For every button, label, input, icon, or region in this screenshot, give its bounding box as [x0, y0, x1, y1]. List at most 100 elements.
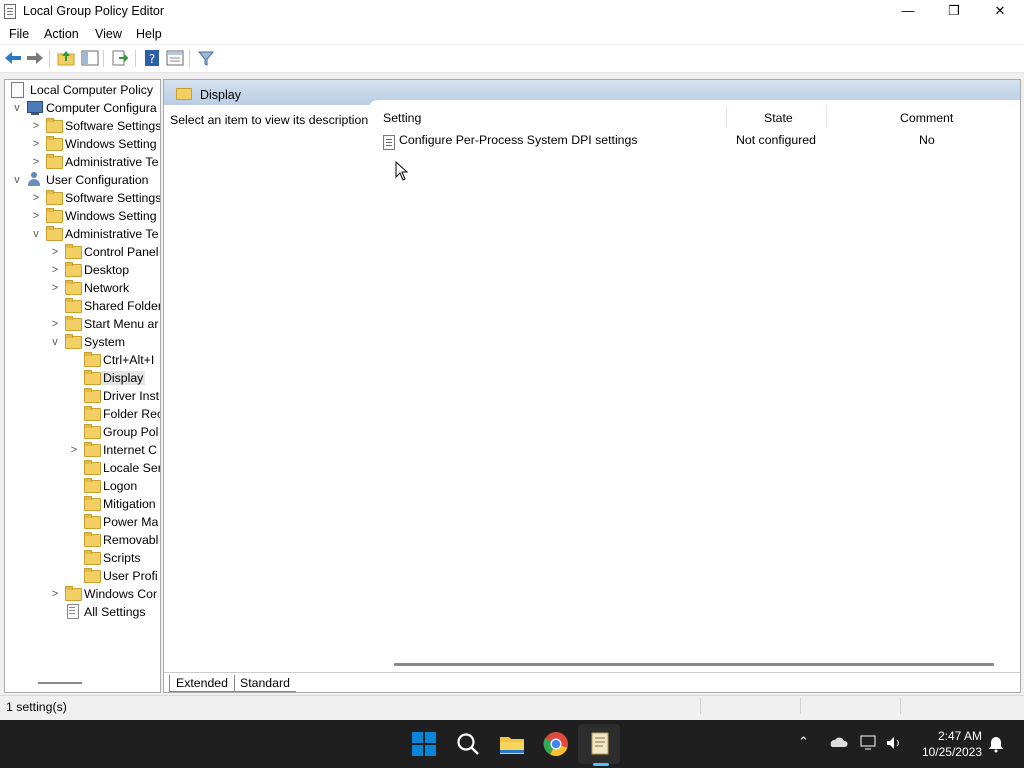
chevron-right-icon[interactable]: >: [48, 585, 62, 603]
forward-arrow-icon[interactable]: [25, 49, 45, 67]
column-header-state[interactable]: State: [764, 111, 793, 125]
chevron-down-icon[interactable]: v: [10, 99, 24, 117]
folder-icon: [46, 118, 63, 133]
menu-file[interactable]: File: [9, 27, 29, 41]
network-icon[interactable]: [860, 735, 878, 751]
tree-item-label: Shared Folder: [84, 299, 161, 313]
start-icon[interactable]: [410, 730, 438, 758]
chevron-right-icon[interactable]: >: [29, 117, 43, 135]
folder-icon: [84, 496, 101, 511]
folder-icon: [65, 298, 82, 313]
tree-item-label: Control Panel: [84, 245, 159, 259]
column-header-setting[interactable]: Setting: [383, 111, 421, 125]
properties-view-icon[interactable]: [165, 49, 185, 67]
toolbar: ?: [0, 45, 1024, 73]
back-arrow-icon[interactable]: [3, 49, 23, 67]
folder-icon: [65, 244, 82, 259]
minimize-button[interactable]: —: [885, 0, 931, 23]
taskbar: ⌃ 2:47 AM 10/25/2023: [0, 720, 1024, 768]
folder-icon: [65, 334, 82, 349]
chevron-right-icon[interactable]: >: [29, 135, 43, 153]
chevron-right-icon[interactable]: >: [48, 243, 62, 261]
clock-date: 10/25/2023: [921, 745, 982, 759]
tree-item-label: Software Settings: [65, 119, 161, 133]
tree-item-label: All Settings: [84, 605, 146, 619]
tree-item-label: Folder Rec: [103, 407, 161, 421]
menu-view[interactable]: View: [95, 27, 122, 41]
folder-icon: [65, 316, 82, 331]
console-tree[interactable]: Local Computer Policy v Computer Configu…: [4, 79, 161, 693]
chevron-down-icon[interactable]: v: [29, 225, 43, 243]
status-bar: 1 setting(s): [0, 695, 1024, 716]
folder-icon: [65, 586, 82, 601]
tab-standard[interactable]: Standard: [234, 675, 296, 692]
chevron-right-icon[interactable]: >: [48, 315, 62, 333]
tree-item-label: Network: [84, 281, 130, 295]
file-explorer-icon[interactable]: [498, 730, 526, 758]
system-clock[interactable]: 2:47 AM 10/25/2023: [922, 728, 982, 760]
tree-item-label: Windows Setting: [65, 209, 157, 223]
folder-icon: [84, 424, 101, 439]
chevron-down-icon[interactable]: v: [48, 333, 62, 351]
setting-state: Not configured: [736, 133, 816, 147]
filter-icon[interactable]: [196, 49, 216, 67]
folder-icon: [84, 442, 101, 457]
tree-item-label: Start Menu ar: [84, 317, 159, 331]
help-icon[interactable]: ?: [142, 49, 162, 67]
tree-item-label: System: [84, 335, 125, 349]
notification-bell-icon[interactable]: [987, 735, 1005, 753]
menu-help[interactable]: Help: [136, 27, 162, 41]
group-policy-icon[interactable]: [586, 730, 614, 758]
policy-setting-icon: [383, 135, 395, 150]
chevron-up-icon[interactable]: ⌃: [798, 734, 809, 750]
chevron-right-icon[interactable]: >: [29, 189, 43, 207]
restore-button[interactable]: ❐: [931, 0, 977, 23]
column-divider[interactable]: [726, 106, 727, 128]
search-icon[interactable]: [454, 730, 482, 758]
show-hide-console-tree-icon[interactable]: [80, 49, 100, 67]
folder-icon: [84, 388, 101, 403]
chevron-right-icon[interactable]: >: [48, 279, 62, 297]
chevron-right-icon[interactable]: >: [29, 207, 43, 225]
tree-item-label: Administrative Te: [65, 227, 159, 241]
tab-extended[interactable]: Extended: [169, 675, 235, 692]
volume-icon[interactable]: [885, 735, 903, 751]
details-header-title: Display: [200, 88, 241, 102]
chevron-right-icon[interactable]: >: [29, 153, 43, 171]
tree-item-label: Desktop: [84, 263, 130, 277]
folder-icon: [46, 154, 63, 169]
folder-icon: [84, 406, 101, 421]
title-bar: Local Group Policy Editor — ❐ ✕: [0, 0, 1024, 23]
folder-open-icon: [84, 370, 101, 385]
tree-item-label: User Profi: [103, 569, 158, 583]
chevron-right-icon[interactable]: >: [67, 441, 81, 459]
export-list-icon[interactable]: [110, 49, 130, 67]
folder-icon: [65, 262, 82, 277]
setting-comment: No: [919, 133, 935, 147]
folder-icon: [84, 352, 101, 367]
close-button[interactable]: ✕: [977, 0, 1023, 23]
menu-action[interactable]: Action: [44, 27, 79, 41]
tree-horizontal-scrollbar[interactable]: [38, 682, 82, 684]
view-tabs: Extended Standard: [164, 672, 1020, 692]
chevron-down-icon[interactable]: v: [10, 171, 24, 189]
chevron-right-icon[interactable]: >: [48, 261, 62, 279]
column-header-comment[interactable]: Comment: [900, 111, 953, 125]
tree-item-label: Software Settings: [65, 191, 161, 205]
details-pane: Display Select an item to view its descr…: [163, 79, 1021, 693]
horizontal-scrollbar[interactable]: [394, 663, 994, 666]
folder-icon: [46, 208, 63, 223]
mouse-cursor-icon: [395, 161, 409, 181]
settings-list: Setting State Comment Configure Per-Proc…: [368, 100, 1020, 660]
tree-item-label: Internet C: [103, 443, 157, 457]
column-divider[interactable]: [826, 106, 827, 128]
onedrive-icon[interactable]: [829, 735, 849, 751]
tree-item-label: Display: [101, 371, 146, 385]
toolbar-separator: [49, 50, 50, 67]
chrome-icon[interactable]: [542, 730, 570, 758]
tree-item-label: Scripts: [103, 551, 141, 565]
setting-name[interactable]: Configure Per-Process System DPI setting…: [399, 133, 638, 147]
up-one-level-icon[interactable]: [56, 49, 76, 67]
tree-item-label: User Configuration: [46, 173, 149, 187]
user-icon: [27, 172, 41, 186]
